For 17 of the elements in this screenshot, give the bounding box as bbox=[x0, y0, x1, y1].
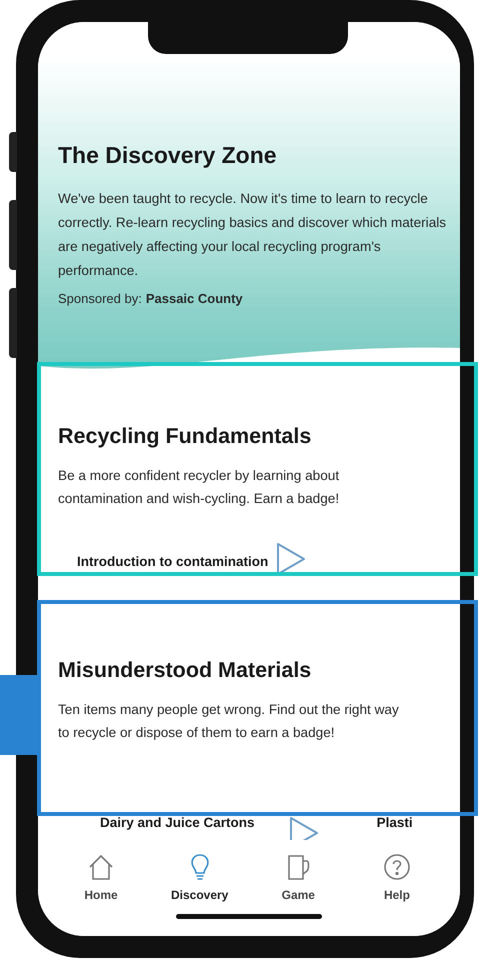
sponsor-label: Sponsored by: bbox=[58, 290, 142, 308]
nav-tab[interactable]: Home bbox=[64, 852, 138, 904]
sponsor-name: Passaic County bbox=[146, 290, 243, 308]
intro-text: We've been taught to recycle. Now it's time to learn to recycle correctly. Re-learn recycling basics and discover which materials are negatively affecting your local recycling program's performance. bbox=[58, 190, 448, 280]
nav-tab[interactable]: Discovery bbox=[162, 852, 237, 904]
nav-tab[interactable]: Help bbox=[360, 852, 434, 904]
lesson-title[interactable]: Plasti bbox=[376, 813, 413, 834]
section-title: Misunderstood Materials bbox=[58, 657, 312, 684]
nav-tab[interactable]: Game bbox=[261, 852, 336, 904]
section-description: Be a more confident recycler by learning about contamination and wish-cycling. Earn a badge! bbox=[58, 467, 340, 508]
page-title: The Discovery Zone bbox=[58, 141, 278, 170]
section-title: Recycling Fundamentals bbox=[58, 423, 312, 450]
play-icon bbox=[288, 816, 319, 840]
help-icon bbox=[382, 852, 412, 882]
lesson-title[interactable]: Dairy and Juice Cartons bbox=[100, 813, 255, 834]
section-description: Ten items many people get wrong. Find out the right way to recycle or dispose of them to earn a badge! bbox=[58, 701, 400, 742]
lesson-title[interactable]: Introduction to contamination bbox=[77, 552, 268, 572]
